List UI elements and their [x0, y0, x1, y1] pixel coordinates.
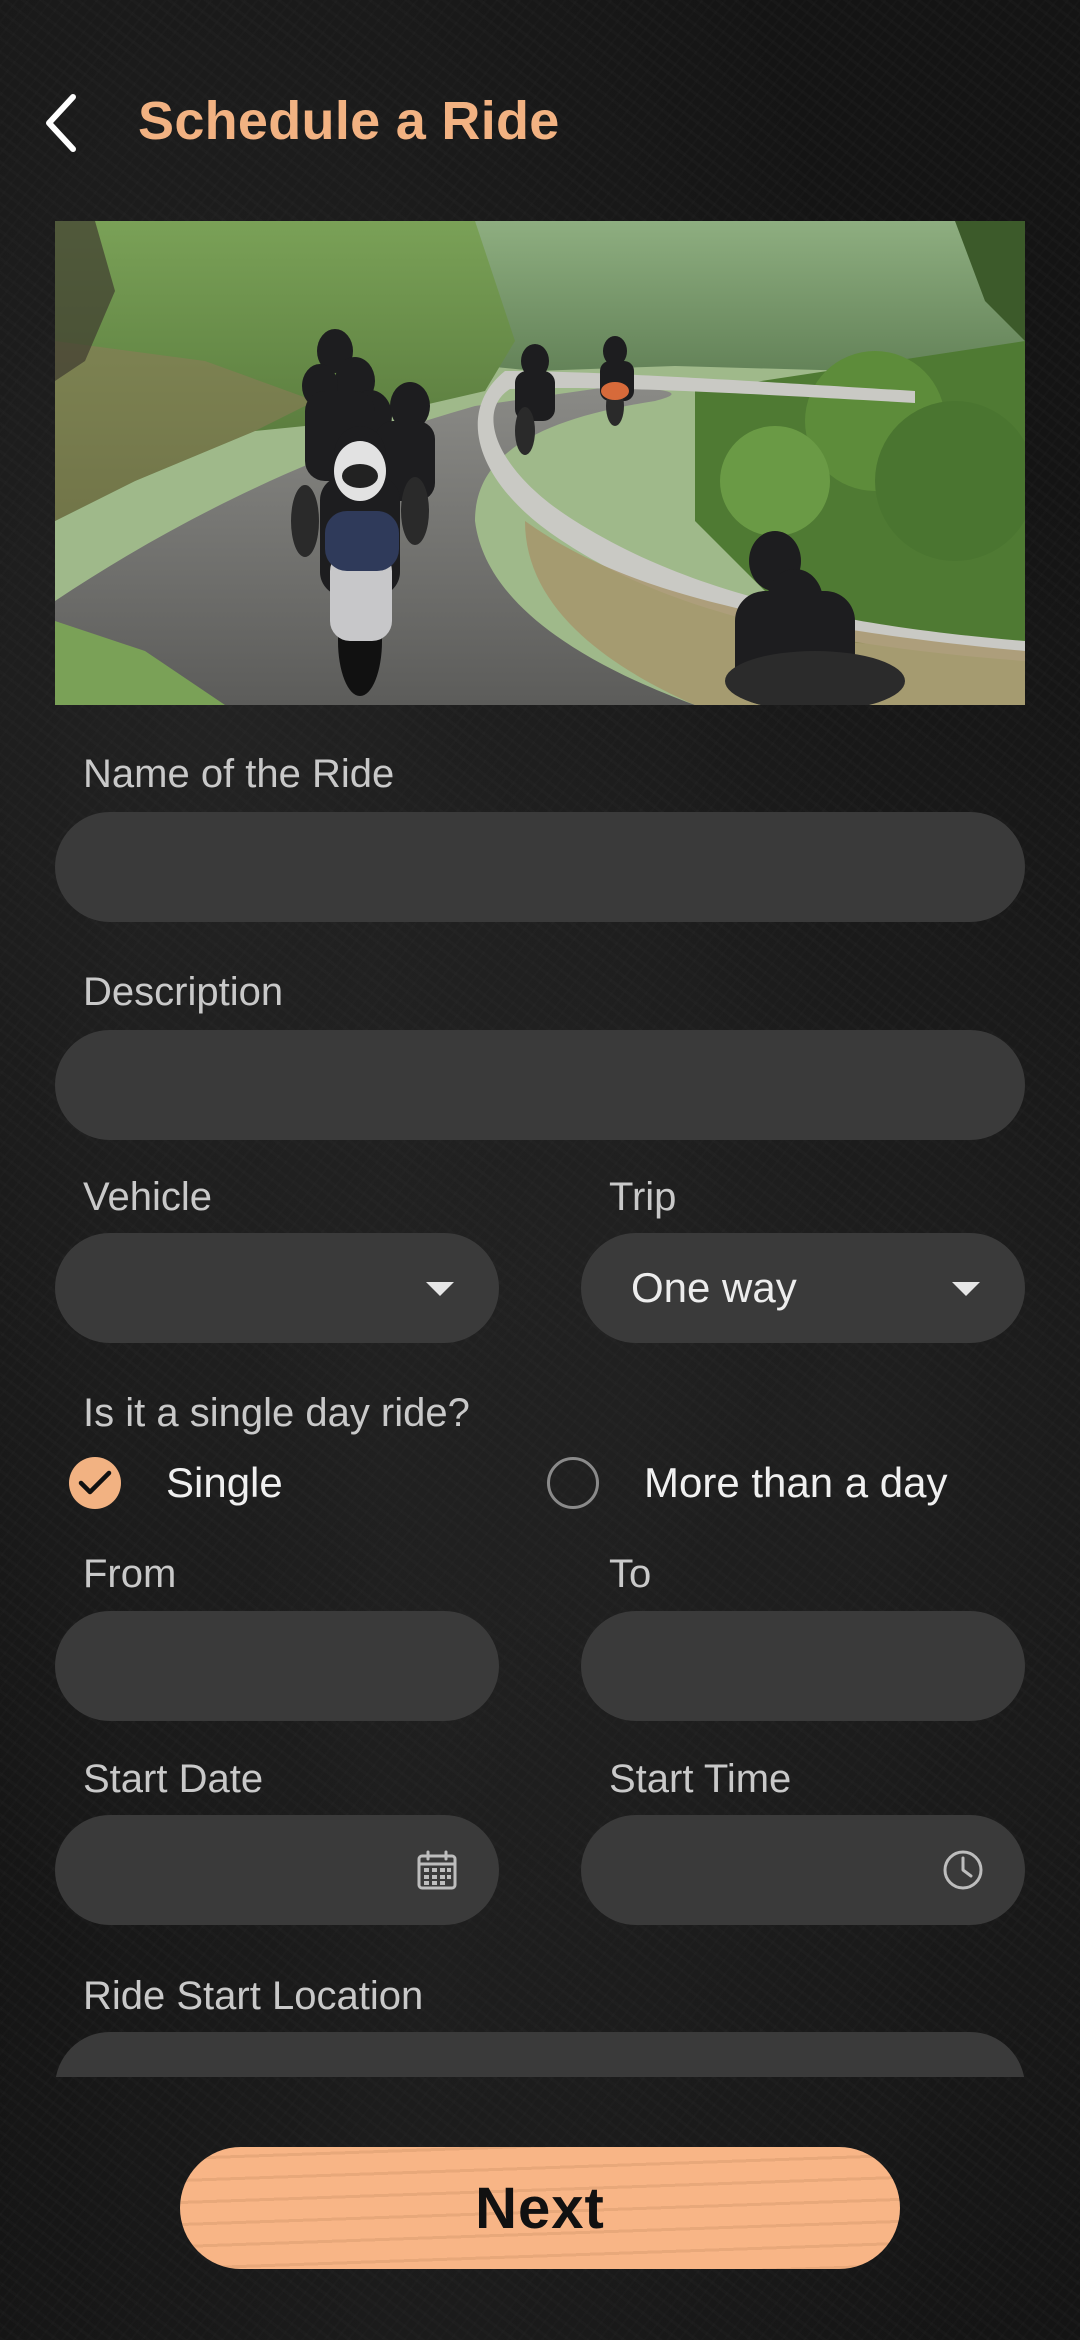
description-label: Description	[83, 970, 284, 1014]
radio-single-label: Single	[166, 1459, 283, 1506]
radio-checked-icon	[69, 1457, 121, 1509]
checkmark-icon	[78, 1470, 112, 1495]
motorcycle-ride-illustration	[55, 221, 1025, 705]
chevron-left-icon	[46, 94, 76, 152]
trip-label: Trip	[609, 1175, 677, 1219]
start-location-label: Ride Start Location	[83, 1974, 424, 2018]
single-day-question: Is it a single day ride?	[83, 1391, 470, 1435]
ride-name-label: Name of the Ride	[83, 752, 395, 796]
start-time-label: Start Time	[609, 1757, 792, 1801]
calendar-icon	[417, 1850, 457, 1890]
to-label: To	[609, 1552, 652, 1596]
from-input[interactable]	[55, 1611, 499, 1721]
vehicle-label: Vehicle	[83, 1175, 212, 1219]
page-title: Schedule a Ride	[138, 91, 560, 151]
scroll-clip	[0, 2020, 1080, 2077]
schedule-ride-screen: Schedule a Ride Name of the Ride Descrip…	[0, 0, 1080, 2340]
ride-hero-image	[55, 221, 1025, 705]
radio-single[interactable]: Single	[69, 1453, 283, 1513]
to-input[interactable]	[581, 1611, 1025, 1721]
start-time-input[interactable]	[581, 1815, 1025, 1925]
radio-multi-label: More than a day	[644, 1459, 948, 1506]
radio-more-than-a-day[interactable]: More than a day	[547, 1453, 948, 1513]
back-button[interactable]	[26, 88, 96, 158]
chevron-down-icon	[952, 1282, 980, 1296]
ride-name-input[interactable]	[55, 812, 1025, 922]
vehicle-dropdown[interactable]	[55, 1233, 499, 1343]
start-date-label: Start Date	[83, 1757, 264, 1801]
from-label: From	[83, 1552, 177, 1596]
next-button[interactable]: Next	[180, 2147, 900, 2269]
next-button-label: Next	[475, 2175, 605, 2241]
app-header: Schedule a Ride	[0, 70, 1080, 180]
chevron-down-icon	[426, 1282, 454, 1296]
clock-icon	[943, 1850, 983, 1890]
trip-dropdown[interactable]: One way	[581, 1233, 1025, 1343]
start-location-input[interactable]	[55, 2032, 1025, 2077]
trip-value: One way	[631, 1264, 797, 1311]
radio-unchecked-icon	[547, 1457, 599, 1509]
start-date-input[interactable]	[55, 1815, 499, 1925]
description-input[interactable]	[55, 1030, 1025, 1140]
